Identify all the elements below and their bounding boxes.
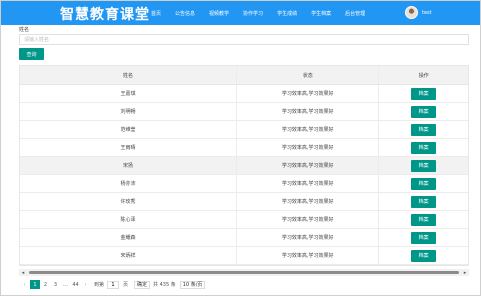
page-button-current[interactable]: 1 — [30, 280, 40, 289]
page-button[interactable]: 2 — [41, 280, 50, 289]
student-status: 学习效率高,学习效果好 — [237, 139, 380, 156]
student-status: 学习效率高,学习效果好 — [237, 85, 380, 102]
column-header-status: 状态 — [237, 66, 380, 84]
nav-collab-learning[interactable]: 协作学习 — [243, 10, 263, 17]
table-row: 刘明畅 学习效率高,学习效果好 档案 — [20, 103, 468, 121]
search-label: 姓名 — [19, 27, 30, 33]
student-name: 王雨晴 — [20, 139, 238, 156]
table-row: 范维莹 学习效率高,学习效果好 档案 — [20, 121, 468, 139]
table-row: 王嘉琪 学习效率高,学习效果好 档案 — [20, 85, 468, 103]
column-header-action: 操作 — [418, 72, 429, 79]
nav-student-archive[interactable]: 学生档案 — [311, 10, 331, 17]
goto-confirm-button[interactable]: 确定 — [134, 280, 151, 289]
main-nav: 首页 公告信息 视频教学 协作学习 学生成绩 学生档案 后台管理 — [151, 1, 379, 25]
query-button[interactable]: 查询 — [19, 48, 44, 60]
nav-student-grades[interactable]: 学生成绩 — [277, 10, 297, 17]
student-name: 宋炳祥 — [20, 247, 238, 264]
brand-title[interactable]: 智慧教育课堂 — [60, 4, 150, 24]
name-search-input[interactable] — [19, 34, 469, 45]
top-header: 智慧教育课堂 首页 公告信息 视频教学 协作学习 学生成绩 学生档案 后台管理 … — [1, 1, 480, 25]
nav-admin[interactable]: 后台管理 — [345, 10, 365, 17]
next-page-icon[interactable]: › — [81, 280, 90, 289]
table-row: 杨亦沛 学习效率高,学习效果好 档案 — [20, 175, 468, 193]
student-name: 宋扬 — [20, 157, 238, 174]
student-name: 王嘉琪 — [20, 85, 238, 102]
scroll-left-icon[interactable]: ◂ — [19, 269, 27, 276]
archive-button[interactable]: 档案 — [411, 141, 437, 154]
nav-announcements[interactable]: 公告信息 — [175, 10, 195, 17]
table-row: 许玫秀 学习效率高,学习效果好 档案 — [20, 193, 468, 211]
student-status: 学习效率高,学习效果好 — [237, 247, 380, 264]
archive-button[interactable]: 档案 — [411, 231, 437, 244]
student-name: 刘明畅 — [20, 103, 238, 120]
nav-home[interactable]: 首页 — [151, 10, 161, 17]
archive-button[interactable]: 档案 — [411, 123, 437, 136]
table-row: 宋炳祥 学习效率高,学习效果好 档案 — [20, 247, 468, 265]
user-menu[interactable]: test — [405, 6, 432, 19]
archive-button[interactable]: 档案 — [411, 213, 437, 226]
horizontal-scrollbar[interactable]: ◂ ▸ — [19, 269, 469, 276]
column-header-name: 姓名 — [20, 66, 238, 84]
archive-button[interactable]: 档案 — [411, 159, 437, 172]
avatar[interactable] — [405, 6, 418, 19]
archive-button[interactable]: 档案 — [411, 177, 437, 190]
total-count: 共 435 条 — [153, 282, 176, 288]
table-header: 姓名 状态 操作 — [20, 66, 468, 85]
scrollbar-thumb[interactable] — [29, 271, 459, 274]
page-size-select[interactable]: 10 条/页 — [179, 280, 206, 289]
page-button[interactable]: 3 — [51, 280, 60, 289]
goto-suffix: 页 — [123, 282, 129, 288]
student-name: 陈心泽 — [20, 211, 238, 228]
student-status: 学习效率高,学习效果好 — [237, 229, 380, 246]
student-name: 许玫秀 — [20, 193, 238, 210]
goto-page-input[interactable] — [107, 280, 120, 289]
table-row: 陈心泽 学习效率高,学习效果好 档案 — [20, 211, 468, 229]
table-row: 金耀森 学习效率高,学习效果好 档案 — [20, 229, 468, 247]
student-name: 杨亦沛 — [20, 175, 238, 192]
nav-video-teaching[interactable]: 视频教学 — [209, 10, 229, 17]
archive-button[interactable]: 档案 — [411, 195, 437, 208]
student-status: 学习效率高,学习效果好 — [237, 121, 380, 138]
scroll-right-icon[interactable]: ▸ — [461, 269, 469, 276]
archive-button[interactable]: 档案 — [411, 87, 437, 100]
prev-page-icon[interactable]: ‹ — [20, 280, 29, 289]
student-name: 范维莹 — [20, 121, 238, 138]
archive-button[interactable]: 档案 — [411, 249, 437, 262]
pagination: ‹ 1 2 3 … 44 › 到第 页 确定 共 435 条 10 条/页 — [20, 280, 206, 289]
user-name[interactable]: test — [422, 10, 432, 16]
page-button-last[interactable]: 44 — [71, 280, 80, 289]
table-row: 宋扬 学习效率高,学习效果好 档案 — [20, 157, 468, 175]
student-status: 学习效率高,学习效果好 — [237, 193, 380, 210]
goto-prefix: 到第 — [94, 282, 105, 288]
page-ellipsis: … — [63, 281, 68, 288]
student-status: 学习效率高,学习效果好 — [237, 175, 380, 192]
table-row: 王雨晴 学习效率高,学习效果好 档案 — [20, 139, 468, 157]
student-status: 学习效率高,学习效果好 — [237, 103, 380, 120]
student-table: 姓名 状态 操作 王嘉琪 学习效率高,学习效果好 档案 刘明畅 学习效率高,学习… — [19, 65, 469, 266]
student-status: 学习效率高,学习效果好 — [237, 157, 380, 174]
student-name: 金耀森 — [20, 229, 238, 246]
student-status: 学习效率高,学习效果好 — [237, 211, 380, 228]
archive-button[interactable]: 档案 — [411, 105, 437, 118]
